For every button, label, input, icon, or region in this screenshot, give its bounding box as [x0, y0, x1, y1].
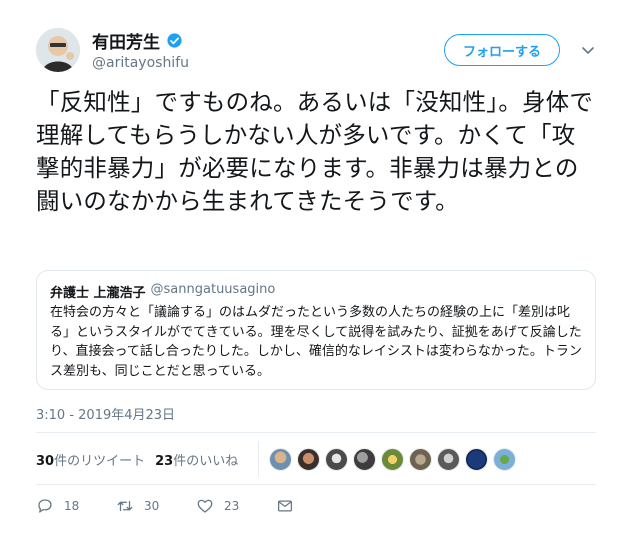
divider	[36, 484, 596, 485]
retweets-count: 30	[36, 454, 55, 469]
quoted-tweet[interactable]: 弁護士 上瀧浩子 @sanngatuusagino 在特会の方々と「議論する」の…	[36, 270, 596, 390]
quoted-tweet-header: 弁護士 上瀧浩子 @sanngatuusagino	[50, 282, 275, 301]
liker-avatar[interactable]	[437, 448, 460, 471]
liker-avatar[interactable]	[465, 448, 488, 471]
verified-badge-icon	[167, 33, 182, 48]
likes-count: 23	[155, 454, 174, 469]
liker-avatar[interactable]	[493, 448, 516, 471]
chevron-down-icon[interactable]	[580, 42, 596, 58]
like-count: 23	[224, 499, 240, 513]
likes-stat[interactable]: 23件のいいね	[155, 450, 238, 469]
message-action[interactable]	[276, 497, 356, 515]
author-handle[interactable]: @aritayoshifu	[92, 55, 189, 71]
retweet-count: 30	[144, 499, 160, 513]
tweet-timestamp[interactable]: 3:10 - 2019年4月23日	[36, 404, 175, 423]
retweets-stat[interactable]: 30件のリツイート	[36, 450, 145, 469]
like-icon	[197, 499, 213, 513]
divider	[36, 432, 596, 433]
tweet-actions: 18 30 23	[36, 497, 356, 515]
liker-avatars	[269, 448, 516, 471]
tweet-stats: 30件のリツイート 23件のいいね	[36, 450, 238, 469]
like-action[interactable]: 23	[196, 497, 276, 515]
follow-button[interactable]: フォローする	[444, 34, 560, 66]
reply-icon	[38, 499, 52, 513]
stats-divider	[258, 441, 259, 477]
author-name-text[interactable]: 有田芳生	[92, 28, 160, 53]
reply-count: 18	[64, 499, 80, 513]
retweet-icon	[117, 500, 133, 512]
liker-avatar[interactable]	[409, 448, 432, 471]
retweet-action[interactable]: 30	[116, 497, 196, 515]
liker-avatar[interactable]	[297, 448, 320, 471]
quoted-author-name: 弁護士 上瀧浩子	[50, 286, 146, 301]
likes-label: 件のいいね	[173, 454, 239, 469]
author-name[interactable]: 有田芳生	[92, 28, 183, 53]
reply-action[interactable]: 18	[36, 497, 116, 515]
quoted-tweet-text: 在特会の方々と「議論する」のはムダだったという多数の人たちの経験の上に「差別は叱…	[50, 305, 582, 379]
retweets-label: 件のリツイート	[54, 454, 146, 469]
liker-avatar[interactable]	[381, 448, 404, 471]
liker-avatar[interactable]	[269, 448, 292, 471]
author-avatar[interactable]	[36, 28, 80, 72]
liker-avatar[interactable]	[325, 448, 348, 471]
liker-avatar[interactable]	[353, 448, 376, 471]
message-icon	[277, 500, 293, 512]
tweet-text: 「反知性」ですものね。あるいは「没知性」。身体で理解してもらうしかない人が多いで…	[36, 88, 594, 215]
quoted-author-handle: @sanngatuusagino	[150, 282, 276, 297]
